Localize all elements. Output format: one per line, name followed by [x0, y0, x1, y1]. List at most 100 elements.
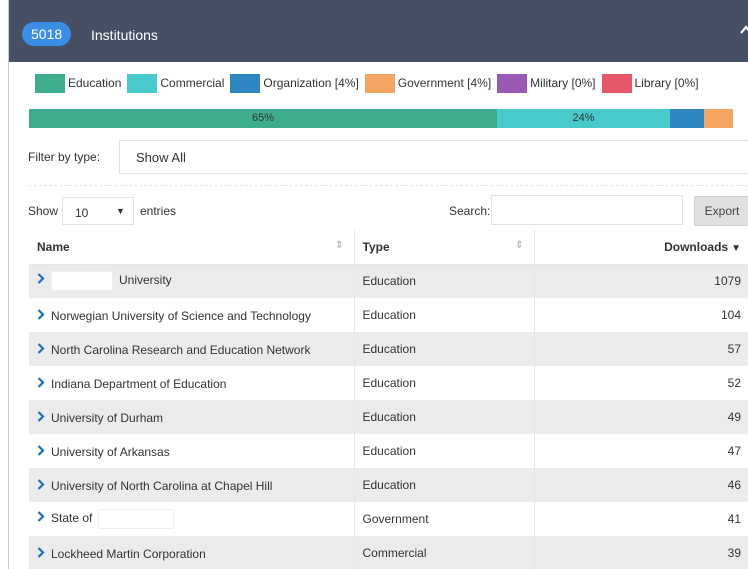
cell-type: Education [354, 434, 535, 468]
redacted-text [98, 509, 175, 529]
chevron-right-icon[interactable] [37, 410, 45, 425]
table-row[interactable]: University of Arkansas Education 47 [29, 434, 748, 468]
type-bar-segment: 24% [497, 109, 670, 128]
cell-name: Indiana Department of Education [29, 366, 355, 400]
panel-title: Institutions [91, 27, 158, 43]
institution-name: Indiana Department of Education [51, 376, 227, 391]
cell-downloads: 47 [534, 434, 748, 468]
legend-swatch [127, 73, 158, 93]
cell-name: Norwegian University of Science and Tech… [29, 298, 355, 332]
cell-type: Education [354, 298, 535, 332]
cell-type: Education [354, 400, 535, 434]
table-controls: Show 10 ▼ entries Search: Export [28, 195, 748, 227]
cell-name: Lockheed Martin Corporation [29, 536, 355, 569]
institution-name: University [119, 273, 172, 288]
chevron-right-icon[interactable] [37, 444, 45, 459]
chevron-right-icon[interactable] [37, 272, 45, 287]
legend-item[interactable]: Government [4%] [364, 73, 492, 93]
column-header-type-label: Type [362, 239, 390, 254]
institution-name: University of North Carolina at Chapel H… [51, 478, 273, 493]
type-bar-segment: 65% [29, 109, 497, 128]
legend-item[interactable]: Library [0%] [601, 73, 699, 93]
table-row[interactable]: State of Government 41 [29, 502, 748, 536]
cell-downloads: 46 [534, 468, 748, 502]
search-label: Search: [449, 204, 491, 218]
table-row[interactable]: Lockheed Martin Corporation Commercial 39 [29, 536, 748, 569]
cell-downloads: 41 [534, 502, 748, 536]
cell-type: Education [354, 366, 535, 400]
cell-downloads: 39 [534, 536, 748, 569]
column-header-name[interactable]: Name ⇕ [29, 230, 355, 265]
type-legend: Education Commercial Organization [4%] Gove… [35, 73, 705, 93]
legend-item[interactable]: Education [35, 73, 122, 93]
institution-name: North Carolina Research and Education Ne… [51, 342, 311, 357]
legend-item[interactable]: Military [0%] [497, 73, 596, 93]
filter-selected-value: Show All [136, 150, 186, 165]
column-header-downloads-label: Downloads [664, 239, 729, 254]
institution-name: University of Durham [51, 410, 164, 425]
institution-name: University of Arkansas [51, 444, 170, 459]
chevron-right-icon[interactable] [37, 510, 45, 525]
cell-downloads: 57 [534, 332, 748, 366]
table-row[interactable]: Indiana Department of Education Education… [29, 366, 748, 400]
cell-name: University [29, 264, 355, 298]
type-bar-segment [670, 109, 704, 128]
cell-downloads: 52 [534, 366, 748, 400]
cell-downloads: 1079 [534, 264, 748, 298]
column-header-downloads[interactable]: Downloads ▼ [534, 230, 748, 265]
cell-type: Commercial [354, 536, 535, 569]
cell-downloads: 49 [534, 400, 748, 434]
institution-name: State of [51, 511, 93, 526]
institution-name: Norwegian University of Science and Tech… [51, 308, 311, 323]
divider [29, 185, 748, 186]
legend-label: Library [0%] [634, 76, 699, 90]
legend-item[interactable]: Organization [4%] [230, 73, 359, 93]
table-row[interactable]: Norwegian University of Science and Tech… [29, 298, 748, 332]
caret-down-icon: ▼ [116, 206, 125, 216]
filter-label: Filter by type: [28, 150, 101, 164]
entries-label: entries [140, 204, 177, 218]
type-bar-segment [704, 109, 733, 128]
cell-type: Government [354, 502, 535, 536]
legend-label: Education [68, 76, 122, 90]
institution-count-badge: 5018 [22, 22, 72, 46]
redacted-text [51, 271, 113, 292]
table-row[interactable]: University of North Carolina at Chapel H… [29, 468, 748, 502]
cell-name: University of Durham [29, 400, 355, 434]
legend-label: Commercial [160, 76, 225, 90]
institutions-panel: 5018 Institutions Education Commercial Org… [8, 0, 748, 569]
cell-name: University of Arkansas [29, 434, 355, 468]
sort-icon: ⇕ [515, 240, 524, 251]
chevron-right-icon[interactable] [37, 546, 45, 561]
type-distribution-bar: 65% 24% [29, 109, 748, 128]
column-header-type[interactable]: Type ⇕ [354, 230, 535, 265]
filter-type-select[interactable]: Show All ▼ [119, 140, 748, 174]
sort-descending-icon: ▼ [731, 242, 741, 254]
legend-label: Government [4%] [397, 76, 492, 90]
entries-per-page-select[interactable]: 10 ▼ [62, 197, 134, 225]
legend-swatch [230, 73, 261, 93]
search-input[interactable] [491, 195, 683, 225]
cell-downloads: 104 [534, 298, 748, 332]
table-row[interactable]: University of Durham Education 49 [29, 400, 748, 434]
cell-name: University of North Carolina at Chapel H… [29, 468, 355, 502]
table-row[interactable]: North Carolina Research and Education Ne… [29, 332, 748, 366]
institution-name: Lockheed Martin Corporation [51, 546, 206, 561]
show-label: Show [28, 204, 59, 218]
cell-type: Education [354, 468, 535, 502]
filter-row: Filter by type: [28, 140, 106, 174]
column-header-name-label: Name [37, 239, 70, 254]
legend-label: Military [0%] [530, 76, 596, 90]
chevron-right-icon[interactable] [37, 376, 45, 391]
chevron-right-icon[interactable] [37, 308, 45, 323]
chevron-right-icon[interactable] [37, 478, 45, 493]
chevron-right-icon[interactable] [37, 342, 45, 357]
table-row[interactable]: University Education 1079 [29, 264, 748, 298]
legend-item[interactable]: Commercial [127, 73, 225, 93]
legend-swatch [497, 73, 528, 93]
chevron-up-icon[interactable] [738, 22, 748, 38]
table-header-row: Name ⇕ Type ⇕ Downloads ▼ [29, 230, 748, 265]
legend-label: Organization [4%] [263, 76, 359, 90]
export-button[interactable]: Export [694, 196, 748, 226]
legend-swatch [364, 73, 395, 93]
